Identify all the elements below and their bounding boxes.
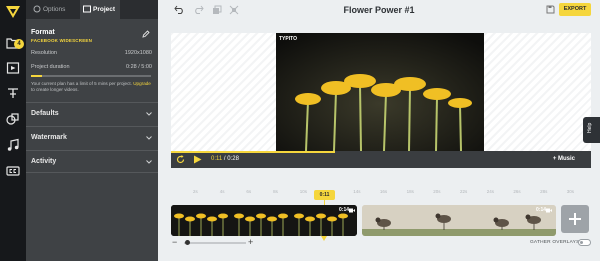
typito-watermark: TYPITO <box>279 36 297 42</box>
duration-label: Project duration <box>31 64 70 70</box>
panel-tabs: Options Project <box>26 0 158 19</box>
ruler-tick-label: 8s <box>273 189 278 194</box>
edit-format-icon[interactable] <box>142 30 150 38</box>
ruler-tick-label: 6s <box>246 189 252 194</box>
clip-duration: 0:14 <box>536 207 547 213</box>
video-camera-icon <box>349 208 355 213</box>
project-icon <box>83 5 91 13</box>
zoom-out-button[interactable]: − <box>172 237 177 247</box>
ruler-tick-label: 28s <box>540 189 548 194</box>
ruler-tick-label: 16s <box>379 189 388 194</box>
typito-logo[interactable] <box>5 5 21 19</box>
ruler-tick-label: 18s <box>406 189 414 194</box>
chevron-down-icon <box>146 136 152 140</box>
ruler-tick-label: 26s <box>513 189 521 194</box>
resolution-value: 1920x1080 <box>124 50 152 56</box>
replay-icon[interactable] <box>176 155 185 164</box>
add-clip-button[interactable] <box>561 205 589 233</box>
tab-options-label: Options <box>43 6 66 13</box>
media-count-badge: 4 <box>14 39 24 49</box>
play-icon[interactable] <box>193 155 202 164</box>
resolution-label: Resolution <box>31 50 57 56</box>
plan-limit-note: Your current plan has a limit of 5 mins … <box>31 81 155 93</box>
upgrade-link[interactable]: Upgrade <box>133 81 151 86</box>
section-defaults-label: Defaults <box>31 110 59 117</box>
media-icon[interactable] <box>6 61 20 75</box>
clip-duration: 0:14 <box>339 207 350 213</box>
playhead-handle[interactable] <box>321 236 327 241</box>
flower-clip-thumbnails <box>171 205 357 236</box>
zoom-slider-handle[interactable] <box>185 240 190 245</box>
section-activity[interactable]: Activity <box>26 150 158 173</box>
timeline-clip-flowers[interactable]: 0:14 <box>171 205 357 236</box>
format-title: Format <box>31 29 55 36</box>
tab-project[interactable]: Project <box>80 0 120 19</box>
section-watermark-label: Watermark <box>31 134 67 141</box>
options-icon <box>33 5 41 13</box>
export-button[interactable]: EXPORT <box>559 3 591 16</box>
ruler-tick-label: 2s <box>193 189 198 194</box>
video-camera-icon <box>546 208 552 213</box>
plan-limit-text: Your current plan has a limit of 5 mins … <box>31 81 132 86</box>
flower-preview-image <box>276 33 484 151</box>
total-time: 0:28 <box>227 156 239 162</box>
gather-overlays-label: GATHER OVERLAYS <box>530 240 580 245</box>
ruler-tick-label: 24s <box>486 189 494 194</box>
ruler-tick-label: 10s <box>299 189 308 194</box>
ruler-tick-label: 30s <box>566 189 575 194</box>
current-time: 0:11 <box>211 156 223 162</box>
section-activity-label: Activity <box>31 158 57 165</box>
add-music-button[interactable]: + Music <box>553 156 575 162</box>
player-bar: 0:11 / 0:28 + Music <box>171 151 591 168</box>
format-subtitle: FACEBOOK WIDESCREEN <box>31 38 93 43</box>
bird-clip-thumbnails <box>362 205 556 236</box>
video-preview[interactable]: TYPITO <box>276 33 484 151</box>
duration-value: 0:28 / 5:00 <box>126 64 152 70</box>
icon-rail: 4 <box>0 0 26 261</box>
ruler-tick-label: 4s <box>219 189 225 194</box>
playback-progress[interactable] <box>171 151 335 153</box>
gather-overlays-toggle[interactable] <box>578 239 591 246</box>
chevron-down-icon <box>146 112 152 116</box>
duration-progress-fill <box>31 75 42 77</box>
ruler-tick-label: 14s <box>353 189 361 194</box>
section-watermark[interactable]: Watermark <box>26 126 158 149</box>
text-icon[interactable] <box>6 86 20 100</box>
project-panel: Options Project Format FACEBOOK WIDESCRE… <box>26 0 158 261</box>
help-label: Help <box>587 122 593 133</box>
help-tab[interactable]: Help <box>583 117 600 143</box>
playback-time: 0:11 / 0:28 <box>211 156 239 162</box>
elements-icon[interactable] <box>6 112 20 126</box>
timeline-clip-birds[interactable]: 0:14 <box>362 205 556 236</box>
music-icon[interactable] <box>6 138 20 152</box>
zoom-slider[interactable] <box>184 242 246 244</box>
section-defaults[interactable]: Defaults <box>26 102 158 125</box>
duration-progress <box>31 75 151 77</box>
ruler-tick-label: 20s <box>433 189 441 194</box>
ruler-tick-label: 22s <box>460 189 468 194</box>
zoom-in-button[interactable]: + <box>248 237 253 247</box>
captions-icon[interactable] <box>6 164 20 178</box>
project-title[interactable]: Flower Power #1 <box>158 5 600 15</box>
chevron-down-icon <box>146 160 152 164</box>
plan-limit-tail: to create longer videos. <box>31 87 79 92</box>
tab-project-label: Project <box>93 6 116 13</box>
